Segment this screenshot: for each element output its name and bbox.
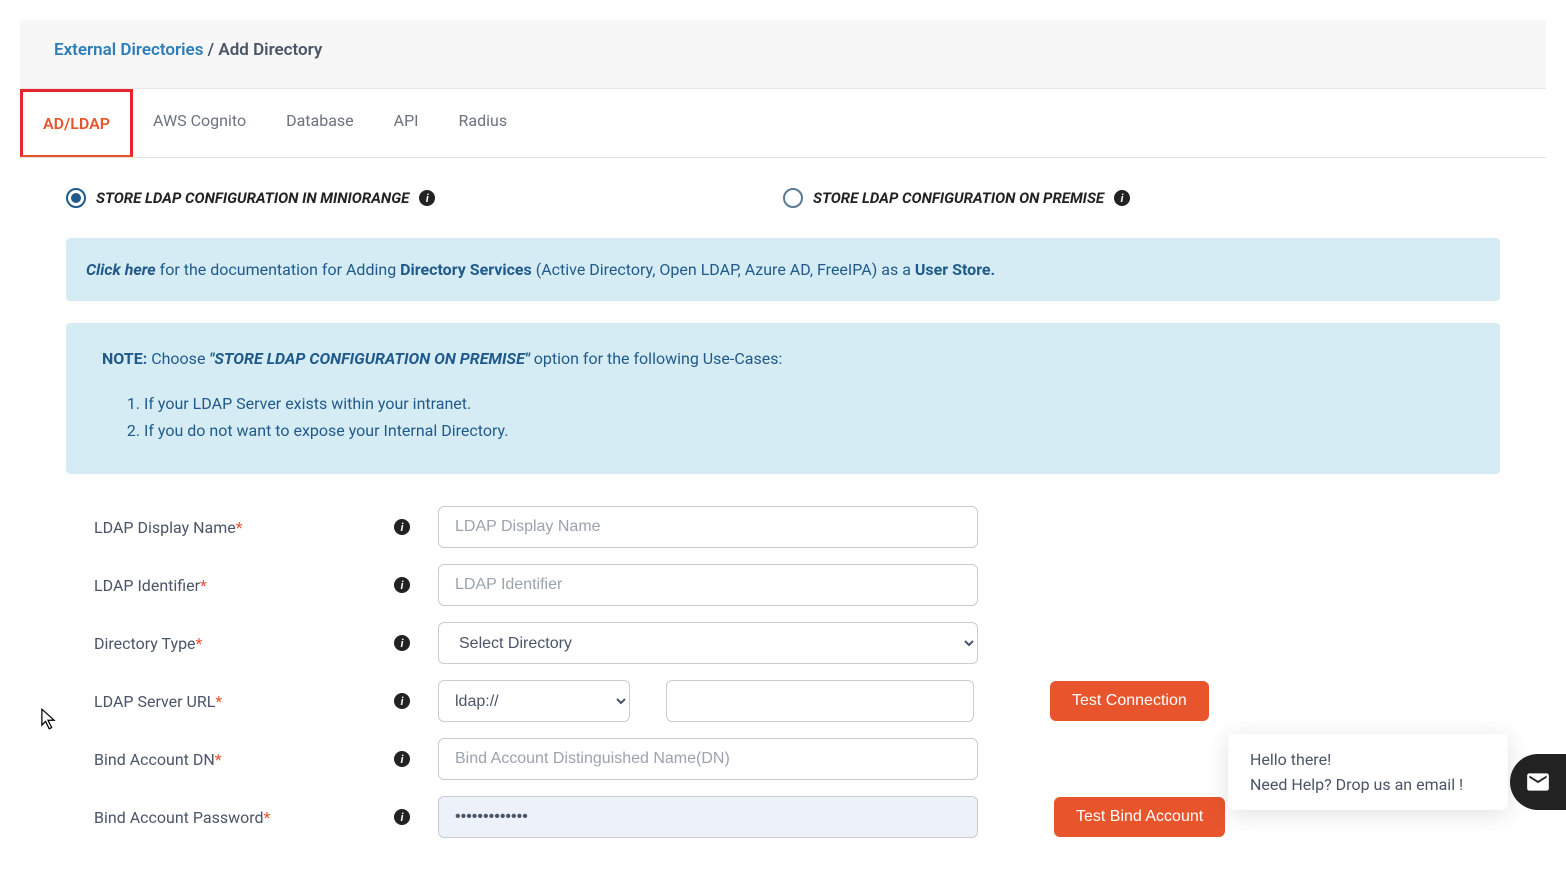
note-lead2: option for the following Use-Cases:: [530, 349, 783, 368]
tab-aws-cognito[interactable]: AWS Cognito: [133, 89, 266, 157]
tab-database[interactable]: Database: [266, 89, 374, 157]
note-item-1: If your LDAP Server exists within your i…: [144, 390, 1464, 417]
info-icon[interactable]: i: [394, 577, 410, 593]
storage-radio-row: STORE LDAP CONFIGURATION IN MINIORANGE i…: [66, 188, 1500, 208]
click-here-link[interactable]: Click here: [86, 260, 156, 279]
info-icon[interactable]: i: [394, 809, 410, 825]
doc-text: for the documentation for Adding: [156, 260, 400, 279]
info-icon[interactable]: i: [394, 635, 410, 651]
directory-type-select[interactable]: Select Directory: [438, 622, 978, 664]
test-bind-account-button[interactable]: Test Bind Account: [1054, 797, 1225, 837]
label-identifier: LDAP Identifier*: [94, 576, 394, 595]
ldap-server-host-input[interactable]: [666, 680, 974, 722]
ldap-display-name-input[interactable]: [438, 506, 978, 548]
bind-account-dn-input[interactable]: [438, 738, 978, 780]
mail-icon: [1525, 769, 1551, 795]
info-icon[interactable]: i: [394, 693, 410, 709]
doc-strong1: Directory Services: [400, 260, 532, 279]
info-icon[interactable]: i: [394, 519, 410, 535]
radio-button-unchecked[interactable]: [783, 188, 803, 208]
help-line-2: Need Help? Drop us an email !: [1250, 775, 1486, 794]
note-title: NOTE:: [102, 349, 147, 368]
note-box: NOTE: Choose "STORE LDAP CONFIGURATION O…: [66, 323, 1500, 474]
help-bubble: Hello there! Need Help? Drop us an email…: [1228, 734, 1508, 810]
tab-bar: AD/LDAP AWS Cognito Database API Radius: [20, 89, 1546, 158]
cursor-icon: [40, 708, 56, 734]
label-bind-dn: Bind Account DN*: [94, 750, 394, 769]
label-directory-type: Directory Type*: [94, 634, 394, 653]
ldap-protocol-select[interactable]: ldap://: [438, 680, 630, 722]
breadcrumb-parent-link[interactable]: External Directories: [54, 40, 203, 60]
radio-button-checked[interactable]: [66, 188, 86, 208]
note-lead1: Choose: [147, 349, 209, 368]
radio-label-onpremise: STORE LDAP CONFIGURATION ON PREMISE: [813, 189, 1104, 207]
chat-fab-button[interactable]: [1510, 754, 1566, 810]
documentation-info-box: Click here for the documentation for Add…: [66, 238, 1500, 301]
note-item-2: If you do not want to expose your Intern…: [144, 417, 1464, 444]
radio-label-miniorange: STORE LDAP CONFIGURATION IN MINIORANGE: [96, 189, 409, 207]
doc-strong2: User Store.: [915, 260, 995, 279]
label-bind-password: Bind Account Password*: [94, 808, 394, 827]
label-server-url: LDAP Server URL*: [94, 692, 394, 711]
tab-radius[interactable]: Radius: [439, 89, 528, 157]
radio-store-miniorange[interactable]: STORE LDAP CONFIGURATION IN MINIORANGE i: [66, 188, 783, 208]
breadcrumb: External Directories / Add Directory: [54, 40, 1512, 60]
help-line-1: Hello there!: [1250, 750, 1486, 769]
breadcrumb-current: Add Directory: [218, 40, 322, 60]
info-icon[interactable]: i: [394, 751, 410, 767]
info-icon[interactable]: i: [419, 190, 435, 206]
doc-text2: (Active Directory, Open LDAP, Azure AD, …: [532, 260, 915, 279]
ldap-identifier-input[interactable]: [438, 564, 978, 606]
radio-store-onpremise[interactable]: STORE LDAP CONFIGURATION ON PREMISE i: [783, 188, 1500, 208]
info-icon[interactable]: i: [1114, 190, 1130, 206]
label-display-name: LDAP Display Name*: [94, 518, 394, 537]
bind-account-password-input[interactable]: [438, 796, 978, 838]
tab-api[interactable]: API: [374, 89, 439, 157]
test-connection-button[interactable]: Test Connection: [1050, 681, 1209, 721]
page-header: External Directories / Add Directory: [20, 20, 1546, 89]
breadcrumb-separator: /: [203, 40, 218, 60]
note-emphasis: "STORE LDAP CONFIGURATION ON PREMISE": [209, 349, 529, 368]
tab-adldap[interactable]: AD/LDAP: [20, 89, 133, 157]
note-list: If your LDAP Server exists within your i…: [144, 390, 1464, 444]
